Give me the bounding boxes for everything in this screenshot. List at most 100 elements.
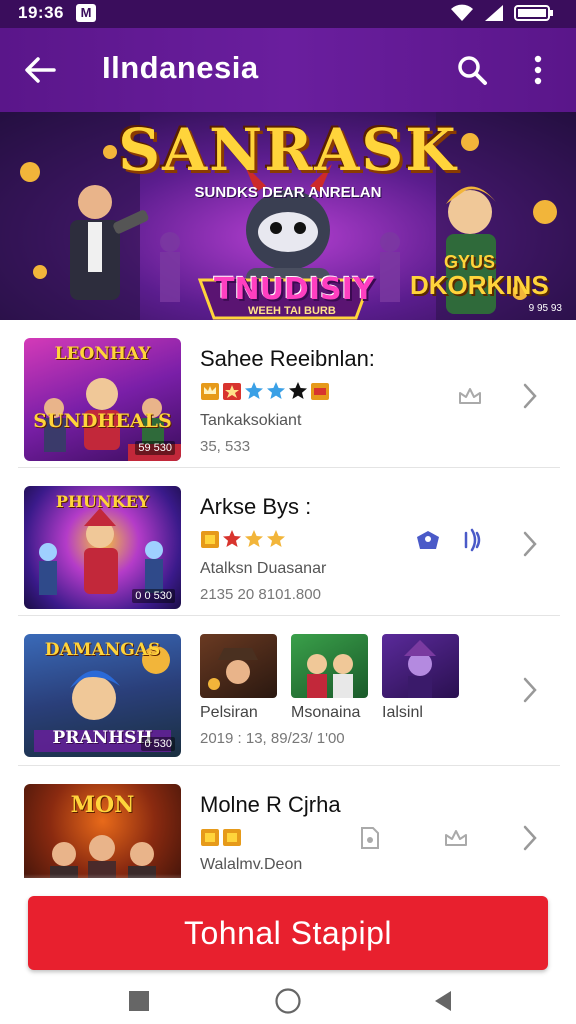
star-gold-icon [267, 530, 285, 547]
mini-thumbnail[interactable] [382, 634, 459, 698]
search-icon [458, 56, 487, 85]
banner-subtitle: SUNDKS DEAR ANRELAN [194, 184, 382, 201]
chevron-right-button[interactable] [516, 672, 544, 708]
mini-thumbnail-art [208, 648, 258, 690]
chevron-right-button[interactable] [516, 820, 544, 856]
thumbnail-title: MON [70, 792, 135, 818]
game-meta: 2019 : 13, 89/23/ 1'00 [200, 730, 345, 747]
game-meta: 2135 20 8101.800 [200, 586, 321, 603]
thumbnail-title: PHUNKEY [55, 492, 150, 511]
game-meta: 35, 533 [200, 438, 251, 455]
list-fade [0, 874, 576, 898]
coin-badge-icon [201, 531, 219, 548]
crown-outline-button[interactable] [456, 382, 484, 410]
home-button[interactable] [273, 986, 303, 1016]
status-icons [450, 4, 554, 22]
game-subtitle: Atalksn Duasanar [200, 560, 327, 577]
thumbnail-tag: 0 530 [141, 737, 175, 751]
thumbnail-title: LEONHAY [54, 344, 151, 364]
mini-thumbnail-labels: Pelsiran Msonaina Ialsinl [200, 704, 473, 722]
chevron-right-icon [523, 383, 537, 409]
star-badge-icon [223, 383, 241, 400]
badge-row [200, 380, 330, 402]
status-bar: 19:36 M [0, 0, 576, 28]
chevron-right-button[interactable] [516, 378, 544, 414]
circle-icon [275, 988, 301, 1014]
game-title: Molne R Cjrha [200, 792, 341, 817]
arrow-left-icon [25, 57, 56, 83]
game-title: Sahee Reeibnlan: [200, 346, 375, 371]
game-thumbnail: PHUNKEY 0 0 530 [24, 486, 181, 609]
star-red-icon [223, 530, 241, 547]
banner-logo-text: TNUDISIY [214, 272, 375, 307]
badge-row [200, 826, 242, 848]
list-item[interactable]: PHUNKEY 0 0 530 Arkse Bys : Atalksn Duas… [18, 468, 560, 616]
coin-badge-icon [201, 829, 219, 846]
status-time: 19:36 [18, 3, 64, 22]
banner-logo-sub: WEEH TAI BURB [248, 305, 336, 317]
square-icon [129, 991, 149, 1011]
chevron-right-icon [523, 531, 537, 557]
mini-thumbnail-art [307, 654, 353, 698]
crown-outline-icon [445, 830, 467, 846]
ticket-badge-icon [311, 383, 329, 400]
list-item[interactable]: LEONHAY SUNDHEALS 59 530 Sahee Reeibnlan… [18, 320, 560, 468]
crown-outline-button[interactable] [442, 824, 470, 852]
battery-icon [514, 5, 553, 21]
thumbnail-tag: 0 0 530 [132, 589, 175, 603]
more-vert-icon [534, 55, 542, 85]
list-item[interactable]: MON Molne R Cjrha Walalmv.Deon [18, 766, 560, 878]
mini-label: Ialsinl [382, 704, 423, 721]
star-blue-icon [267, 382, 285, 399]
chevron-right-icon [523, 825, 537, 851]
chevron-right-button[interactable] [516, 526, 544, 562]
badge-row [200, 528, 286, 550]
share-button[interactable] [356, 824, 384, 852]
game-thumbnail: DAMANGAS PRANHSH 0 530 [24, 634, 181, 757]
star-black-icon [289, 382, 307, 399]
triangle-back-icon [435, 991, 451, 1011]
game-subtitle: Tankaksokiant [200, 412, 302, 429]
thumbnail-tag: 59 530 [135, 441, 175, 455]
mini-thumbnail-art [404, 640, 436, 698]
thumbnail-subtitle: SUNDHEALS [33, 410, 172, 432]
wifi-icon [451, 4, 473, 21]
sound-wave-icon [464, 528, 481, 552]
promo-banner[interactable]: SANRASK SUNDKS DEAR ANRELAN TNUDISIY WEE… [0, 112, 576, 320]
star-gold-icon [245, 530, 263, 547]
game-thumbnail: LEONHAY SUNDHEALS 59 530 [24, 338, 181, 461]
crown-outline-icon [459, 388, 481, 404]
recents-button[interactable] [124, 986, 154, 1016]
signal-icon [485, 5, 503, 21]
game-subtitle: Walalmv.Deon [200, 856, 303, 873]
mini-label: Pelsiran [200, 704, 258, 721]
mini-thumbnail[interactable] [200, 634, 277, 698]
coin-badge-icon [223, 829, 241, 846]
app-bar: Ilndanesia [0, 28, 576, 112]
mini-thumbnail-strip [200, 634, 459, 698]
game-title: Arkse Bys : [200, 494, 312, 519]
notification-app-icon: M [76, 4, 96, 22]
search-button[interactable] [450, 48, 494, 92]
banner-right-heading: DKORKINS [410, 270, 549, 300]
sound-button[interactable] [458, 526, 486, 554]
system-nav-bar [0, 978, 576, 1024]
chevron-right-icon [523, 677, 537, 703]
star-blue-icon [245, 382, 263, 399]
back-button[interactable] [18, 48, 62, 92]
crown-badge-icon [201, 383, 219, 400]
gift-button[interactable] [414, 526, 442, 554]
primary-action-button[interactable]: Tohnal Stapipl [28, 896, 548, 970]
mini-thumbnail[interactable] [291, 634, 368, 698]
gift-icon [417, 531, 439, 549]
page-title: Ilndanesia [102, 50, 259, 85]
thumbnail-title: DAMANGAS [44, 640, 161, 660]
banner-title: SANRASK [118, 116, 458, 184]
mini-label: Msonaina [291, 704, 361, 721]
game-thumbnail: MON [24, 784, 181, 878]
back-nav-button[interactable] [428, 986, 458, 1016]
list-item[interactable]: DAMANGAS PRANHSH 0 530 Pelsiran Msonaina… [18, 616, 560, 766]
banner-corner-tag: 9 95 93 [528, 303, 562, 314]
overflow-menu-button[interactable] [518, 48, 558, 92]
document-icon [361, 827, 379, 849]
